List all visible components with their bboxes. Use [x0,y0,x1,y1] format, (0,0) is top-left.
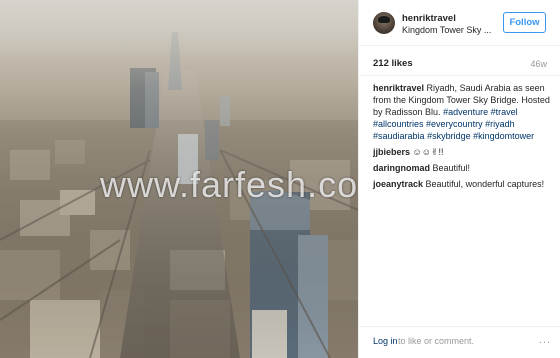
post-age[interactable]: 46w [530,59,547,69]
hashtag[interactable]: #adventure [443,107,488,117]
hashtag[interactable]: #travel [491,107,518,117]
comment-text: ☺☺✌!! [412,147,444,157]
caption-username[interactable]: henriktravel [373,83,424,93]
comment-username[interactable]: joeanytrack [373,179,423,189]
comment-list: henriktravel Riyadh, Saudi Arabia as see… [373,82,553,194]
post-header: henriktravel Kingdom Tower Sky ... Follo… [359,0,560,46]
hashtag[interactable]: #saudiarabia [373,131,425,141]
more-options-icon[interactable]: ... [539,334,551,346]
hashtag[interactable]: #riyadh [485,119,515,129]
hashtag[interactable]: #kingdomtower [473,131,534,141]
caption: henriktravel Riyadh, Saudi Arabia as see… [373,82,553,142]
post-photo: www.farfesh.com [0,0,358,358]
post-footer: Log in to like or comment. ... [359,326,560,358]
hashtag[interactable]: #skybridge [427,131,471,141]
location-link[interactable]: Kingdom Tower Sky ... [402,25,491,35]
follow-button[interactable]: Follow [503,12,546,33]
username-link[interactable]: henriktravel [402,13,456,24]
comment-item: joeanytrack Beautiful, wonderful capture… [373,178,553,190]
login-prompt-text: to like or comment. [398,336,475,346]
watermark-text: www.farfesh.com [100,164,358,205]
post-sidebar: henriktravel Kingdom Tower Sky ... Follo… [358,0,560,358]
likes-count[interactable]: 212 likes [373,58,413,69]
comment-text: Beautiful! [432,163,471,173]
comment-item: daringnomad Beautiful! [373,162,553,174]
comment-item: jjbiebers ☺☺✌!! [373,146,553,158]
comment-username[interactable]: jjbiebers [373,147,410,157]
hashtag[interactable]: #allcountries [373,119,424,129]
hashtag[interactable]: #everycountry [426,119,483,129]
comment-username[interactable]: daringnomad [373,163,430,173]
login-link[interactable]: Log in [373,336,398,346]
post-meta: 212 likes 46w [359,46,560,76]
comment-text: Beautiful, wonderful captures! [425,179,545,189]
avatar[interactable] [373,12,395,34]
